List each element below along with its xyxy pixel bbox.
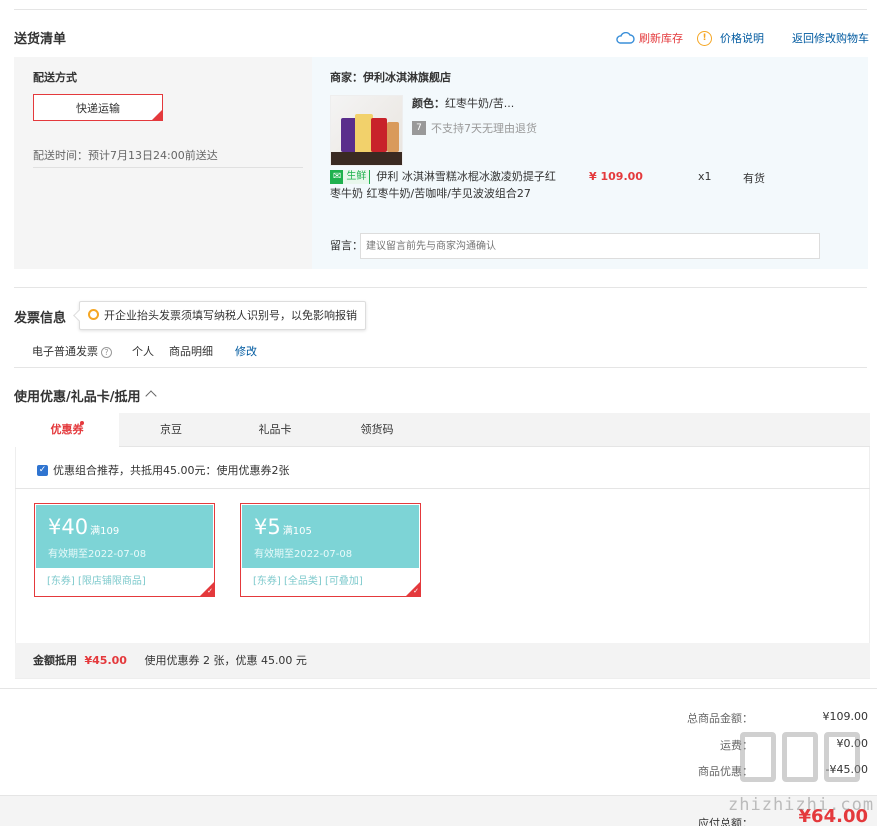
- invoice-tip-text: 开企业抬头发票须填写纳税人识别号，以免影响报销: [104, 309, 357, 322]
- product-stock: 有货: [743, 172, 765, 185]
- delivery-time-divider: [33, 167, 303, 168]
- selected-corner-icon: [152, 110, 162, 120]
- method-label: 配送方式: [33, 71, 77, 84]
- pay-total-label: 应付总额：: [698, 817, 753, 826]
- watermark-logo: [740, 718, 865, 792]
- cloud-icon: [616, 32, 635, 44]
- merchant-name[interactable]: 商家：伊利冰淇淋旗舰店: [330, 69, 451, 85]
- product-price: ¥ 109.00: [589, 170, 643, 183]
- coupon-divider: [14, 367, 867, 368]
- coupon-list-divider: [15, 488, 870, 489]
- checkbox-checked-icon[interactable]: ✓: [37, 464, 48, 476]
- price-note-link[interactable]: ! 价格说明: [697, 30, 764, 46]
- invoice-divider: [14, 287, 867, 288]
- delivery-method-panel: 配送方式 快递运输 配送时间：预计7月13日24:00前送达: [14, 57, 312, 269]
- totals-divider: [0, 688, 877, 689]
- message-input[interactable]: [360, 233, 820, 259]
- price-note-label: 价格说明: [720, 32, 764, 45]
- express-shipping-button[interactable]: 快递运输: [33, 94, 163, 121]
- coupon-card[interactable]: ¥40 满109 有效期至2022-07-08 [东券] [限店铺限商品] ✓: [34, 503, 215, 597]
- coupon-combo-text: 优惠组合推荐，共抵用45.00元：使用优惠券2张: [53, 464, 290, 477]
- refresh-stock-label: 刷新库存: [639, 32, 683, 45]
- coupon-tags: [东券] [全品类] [可叠加]: [253, 576, 363, 587]
- delivery-title: 送货清单: [14, 32, 67, 47]
- invoice-edit-link[interactable]: 修改: [235, 343, 257, 359]
- product-color: 颜色：红枣牛奶/苦...: [412, 95, 514, 111]
- new-dot-icon: [80, 421, 84, 425]
- watermark-text: zhizhizhi.com: [728, 795, 875, 815]
- invoice-title: 发票信息: [14, 311, 67, 326]
- coupon-amount: ¥40 满109: [48, 515, 120, 539]
- coupon-condition: 满105: [282, 526, 312, 537]
- coupon-tags: [东券] [限店铺限商品]: [47, 576, 146, 587]
- coupon-tabs: 优惠券 京豆 礼品卡 领货码: [15, 413, 870, 448]
- summary-amount: ¥45.00: [84, 654, 127, 667]
- invoice-title-type: 个人: [132, 345, 154, 358]
- product-name[interactable]: ✉ 生鲜 伊利 冰淇淋雪糕冰棍冰激凌奶提子红枣牛奶 红枣牛奶/苦咖啡/芋见波波组合2…: [330, 168, 562, 202]
- summary-label: 金额抵用: [33, 654, 77, 667]
- top-divider: [14, 9, 867, 10]
- coupon-condition: 满109: [90, 526, 120, 537]
- check-icon: ✓: [207, 587, 213, 595]
- coupon-validity: 有效期至2022-07-08: [254, 549, 353, 560]
- info-icon: !: [697, 30, 712, 46]
- fresh-badge: ✉ 生鲜: [330, 170, 371, 184]
- chevron-up-icon: [144, 390, 157, 402]
- tab-coupons[interactable]: 优惠券: [15, 413, 119, 448]
- express-shipping-label: 快递运输: [76, 101, 120, 115]
- check-icon: ✓: [413, 587, 419, 595]
- tab-gift-card[interactable]: 礼品卡: [223, 413, 327, 447]
- tab-jingdou[interactable]: 京豆: [119, 413, 223, 447]
- product-panel: 商家：伊利冰淇淋旗舰店 颜色：红枣牛奶/苦... 7 不支持7天无理由退货 ✉ 生…: [312, 57, 868, 269]
- help-icon[interactable]: ?: [101, 346, 112, 358]
- coupon-amount: ¥5 满105: [254, 515, 312, 539]
- fresh-icon: ✉: [331, 170, 344, 184]
- delivery-time: 配送时间：预计7月13日24:00前送达: [33, 149, 218, 162]
- delivery-box: 配送方式 快递运输 配送时间：预计7月13日24:00前送达 商家：伊利冰淇淋旗…: [14, 57, 868, 269]
- invoice-content: 商品明细: [169, 345, 213, 358]
- lightbulb-icon: [88, 309, 99, 320]
- coupon-summary: 金额抵用 ¥45.00 使用优惠券 2 张，优惠 45.00 元: [15, 643, 870, 678]
- color-label: 颜色：: [412, 97, 445, 110]
- no-return-notice: 7 不支持7天无理由退货: [412, 120, 537, 136]
- no-return-text: 不支持7天无理由退货: [431, 122, 537, 135]
- message-label: 留言：: [330, 239, 363, 252]
- summary-text: 使用优惠券 2 张，优惠 45.00 元: [144, 654, 307, 667]
- refresh-stock-link[interactable]: 刷新库存: [615, 30, 683, 46]
- coupon-section-header[interactable]: 使用优惠/礼品卡/抵用: [14, 386, 157, 405]
- coupon-card[interactable]: ¥5 满105 有效期至2022-07-08 [东券] [全品类] [可叠加] ✓: [240, 503, 421, 597]
- invoice-tip: 开企业抬头发票须填写纳税人识别号，以免影响报销: [79, 301, 366, 330]
- invoice-type: 电子普通发票?: [32, 343, 112, 359]
- coupon-validity: 有效期至2022-07-08: [48, 549, 147, 560]
- coupon-combo-option[interactable]: ✓ 优惠组合推荐，共抵用45.00元：使用优惠券2张: [37, 462, 290, 478]
- product-image[interactable]: [330, 95, 403, 166]
- coupon-section-title: 使用优惠/礼品卡/抵用: [14, 390, 141, 405]
- tab-pickup-code[interactable]: 领货码: [325, 413, 429, 447]
- back-cart-link[interactable]: 返回修改购物车: [792, 30, 869, 46]
- color-value: 红枣牛奶/苦...: [445, 97, 515, 110]
- no-return-icon: 7: [412, 121, 426, 135]
- product-qty: x1: [698, 170, 712, 183]
